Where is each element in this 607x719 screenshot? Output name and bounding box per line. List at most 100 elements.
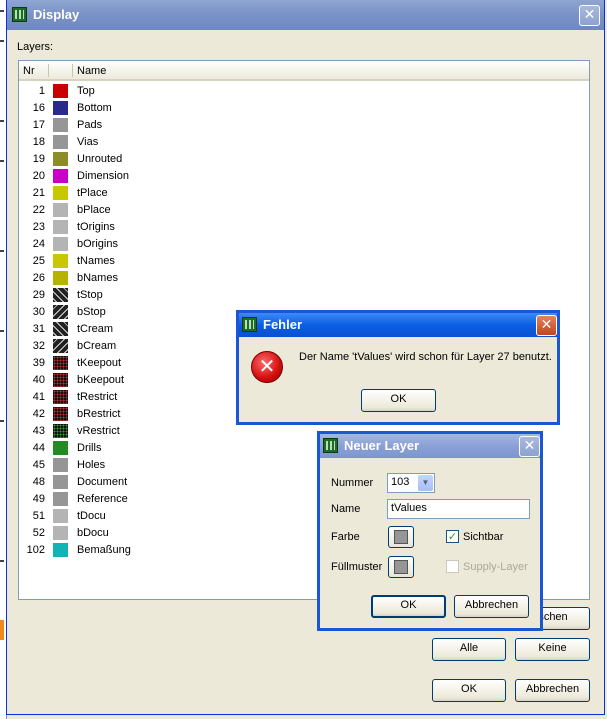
layer-number: 102 (26, 544, 45, 556)
layer-number: 16 (32, 102, 45, 114)
error-dialog-title: Fehler (263, 317, 303, 332)
layer-color-swatch (53, 475, 68, 489)
table-row[interactable]: 16 Bottom (19, 100, 589, 117)
column-header-nr[interactable]: Nr (23, 65, 35, 77)
number-combo[interactable]: 103 ▼ (387, 473, 435, 493)
layer-number: 40 (32, 374, 45, 386)
layer-name: bCream (77, 340, 117, 352)
layer-name: Reference (77, 493, 128, 505)
layer-name: Holes (77, 459, 106, 471)
new-layer-title: Neuer Layer (344, 438, 420, 453)
layer-color-swatch (53, 237, 68, 251)
layer-color-swatch (53, 339, 68, 353)
all-button[interactable]: Alle (432, 638, 506, 661)
new-layer-titlebar[interactable]: Neuer Layer ✕ (320, 434, 540, 458)
error-message: Der Name 'tValues' wird schon für Layer … (299, 351, 552, 363)
layer-number: 39 (32, 357, 45, 369)
layer-name: Top (77, 85, 95, 97)
none-button[interactable]: Keine (515, 638, 590, 661)
eagle-app-icon (242, 317, 257, 332)
table-row[interactable]: 26 bNames (19, 270, 589, 287)
table-row[interactable]: 29 tStop (19, 287, 589, 304)
table-row[interactable]: 23 tOrigins (19, 219, 589, 236)
table-row[interactable]: 22 bPlace (19, 202, 589, 219)
table-row[interactable]: 24 bOrigins (19, 236, 589, 253)
error-ok-button[interactable]: OK (361, 389, 436, 412)
chevron-down-icon[interactable]: ▼ (418, 475, 433, 491)
layer-number: 26 (32, 272, 45, 284)
fill-pattern-button[interactable] (388, 556, 414, 578)
color-button[interactable] (388, 526, 414, 548)
layer-name: bPlace (77, 204, 111, 216)
layer-name: Vias (77, 136, 99, 148)
layer-name: bDocu (77, 527, 109, 539)
layer-name: bRestrict (77, 408, 121, 420)
layer-name: tOrigins (77, 221, 115, 233)
name-input[interactable]: tValues (387, 499, 530, 519)
display-titlebar[interactable]: Display ✕ (7, 0, 604, 30)
layer-number: 29 (32, 289, 45, 301)
name-label: Name (331, 503, 361, 515)
number-value: 103 (391, 476, 410, 488)
layer-name: tNames (77, 255, 115, 267)
layer-color-swatch (53, 407, 68, 421)
layer-number: 19 (32, 153, 45, 165)
fill-swatch (394, 560, 408, 574)
error-close-button[interactable]: ✕ (536, 315, 557, 336)
close-icon: ✕ (540, 317, 553, 333)
layer-number: 43 (32, 425, 45, 437)
layer-color-swatch (53, 152, 68, 166)
layer-color-swatch (53, 84, 68, 98)
cancel-button[interactable]: Abbrechen (515, 679, 590, 702)
error-dialog-titlebar[interactable]: Fehler ✕ (239, 313, 557, 337)
number-label: Nummer (331, 477, 374, 489)
layer-name: vRestrict (77, 425, 120, 437)
layer-number: 42 (32, 408, 45, 420)
layer-name: bOrigins (77, 238, 118, 250)
table-row[interactable]: 1 Top (19, 83, 589, 100)
layer-color-swatch (53, 169, 68, 183)
new-layer-close-button[interactable]: ✕ (519, 436, 540, 457)
list-header: Nr Name (19, 61, 589, 81)
layer-name: Pads (77, 119, 103, 131)
table-row[interactable]: 18 Vias (19, 134, 589, 151)
layer-number: 21 (32, 187, 45, 199)
table-row[interactable]: 19 Unrouted (19, 151, 589, 168)
visible-checkbox[interactable]: ✓ (446, 530, 459, 543)
layer-name: bKeepout (77, 374, 125, 386)
new-layer-cancel-button[interactable]: Abbrechen (454, 595, 529, 618)
layer-name: Drills (77, 442, 102, 454)
layer-number: 23 (32, 221, 45, 233)
close-button[interactable]: ✕ (579, 5, 600, 26)
layer-color-swatch (53, 424, 68, 438)
layer-color-swatch (53, 203, 68, 217)
layer-number: 49 (32, 493, 45, 505)
table-row[interactable]: 17 Pads (19, 117, 589, 134)
layer-name: tCream (77, 323, 114, 335)
eagle-app-icon (12, 7, 27, 22)
table-row[interactable]: 20 Dimension (19, 168, 589, 185)
layer-number: 1 (38, 85, 45, 97)
new-layer-ok-button[interactable]: OK (371, 595, 446, 618)
layer-color-swatch (53, 186, 68, 200)
layer-number: 31 (32, 323, 45, 335)
layer-color-swatch (53, 254, 68, 268)
supply-layer-label: Supply-Layer (463, 561, 528, 573)
layer-name: Document (77, 476, 128, 488)
supply-layer-checkbox (446, 560, 459, 573)
layer-number: 41 (32, 391, 45, 403)
layer-color-swatch (53, 135, 68, 149)
visible-label: Sichtbar (463, 531, 504, 543)
layer-color-swatch (53, 288, 68, 302)
layer-number: 25 (32, 255, 45, 267)
error-dialog: Fehler ✕ ✕ Der Name 'tValues' wird schon… (236, 310, 560, 425)
layer-color-swatch (53, 526, 68, 540)
layer-name: tPlace (77, 187, 108, 199)
layer-name: Bemaßung (77, 544, 131, 556)
column-header-name[interactable]: Name (77, 65, 106, 77)
ok-button[interactable]: OK (432, 679, 506, 702)
layer-number: 22 (32, 204, 45, 216)
table-row[interactable]: 21 tPlace (19, 185, 589, 202)
layer-color-swatch (53, 305, 68, 319)
table-row[interactable]: 25 tNames (19, 253, 589, 270)
